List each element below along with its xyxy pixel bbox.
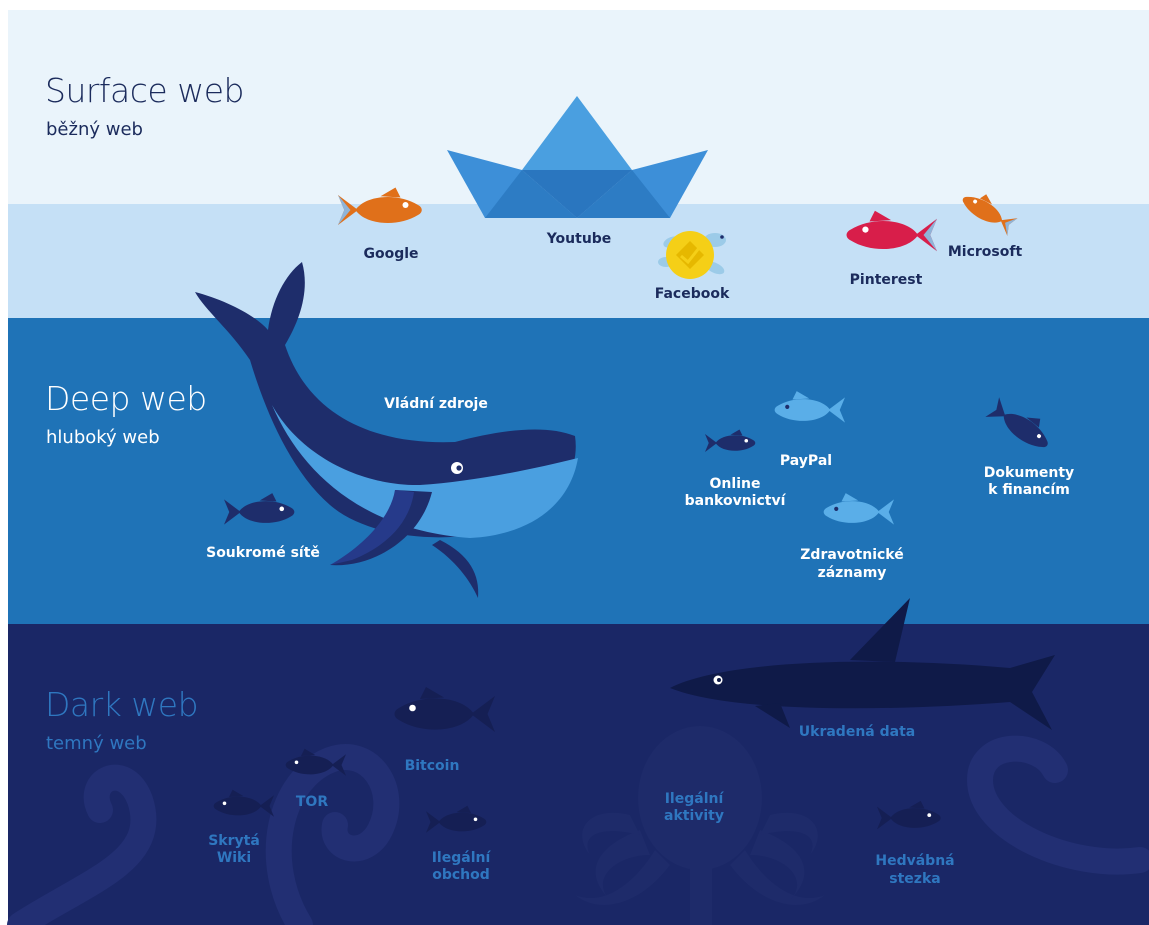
paypal-label: PayPal [780, 453, 832, 469]
web-layers-infographic: Surface web běžný web Deep web hluboký w… [7, 10, 1149, 925]
silk-road-label-line1: Hedvábná [875, 853, 954, 869]
illegal-activities-label-line1: Ilegální [665, 791, 725, 807]
microsoft-label: Microsoft [948, 244, 1023, 260]
bitcoin-label: Bitcoin [405, 758, 460, 774]
medical-records-label-line2: záznamy [818, 565, 887, 581]
surface-zone-subtitle: běžný web [46, 119, 143, 140]
finance-documents-label-line1: Dokumenty [984, 465, 1074, 481]
hidden-wiki-label-line2: Wiki [217, 850, 251, 866]
surface-water-band [8, 204, 1149, 318]
tor-label: TOR [296, 794, 328, 810]
private-networks-label: Soukromé sítě [206, 545, 320, 561]
online-banking-label-line2: bankovnictví [685, 493, 787, 509]
illegal-activities-label-line2: aktivity [664, 808, 724, 824]
dark-zone-title: Dark web [45, 685, 198, 724]
stolen-data-label: Ukradená data [799, 724, 915, 740]
illegal-trade-label-line1: Ilegální [432, 850, 492, 866]
dark-zone-subtitle: temný web [46, 733, 147, 754]
silk-road-label-line2: stezka [889, 871, 940, 887]
google-label: Google [363, 246, 418, 262]
hidden-wiki-label-line1: Skrytá [208, 833, 260, 849]
facebook-label: Facebook [655, 286, 730, 302]
pinterest-label: Pinterest [850, 272, 923, 288]
deep-zone-subtitle: hluboký web [46, 427, 160, 448]
youtube-label: Youtube [546, 231, 612, 247]
surface-zone-title: Surface web [45, 71, 244, 110]
online-banking-label-line1: Online [710, 476, 761, 492]
medical-records-label-line1: Zdravotnické [800, 547, 903, 563]
finance-documents-label-line2: k financím [988, 482, 1070, 498]
illegal-trade-label-line2: obchod [432, 867, 490, 883]
deep-zone-title: Deep web [45, 379, 207, 418]
government-sources-label: Vládní zdroje [384, 396, 488, 412]
deep-water-band [8, 318, 1149, 624]
